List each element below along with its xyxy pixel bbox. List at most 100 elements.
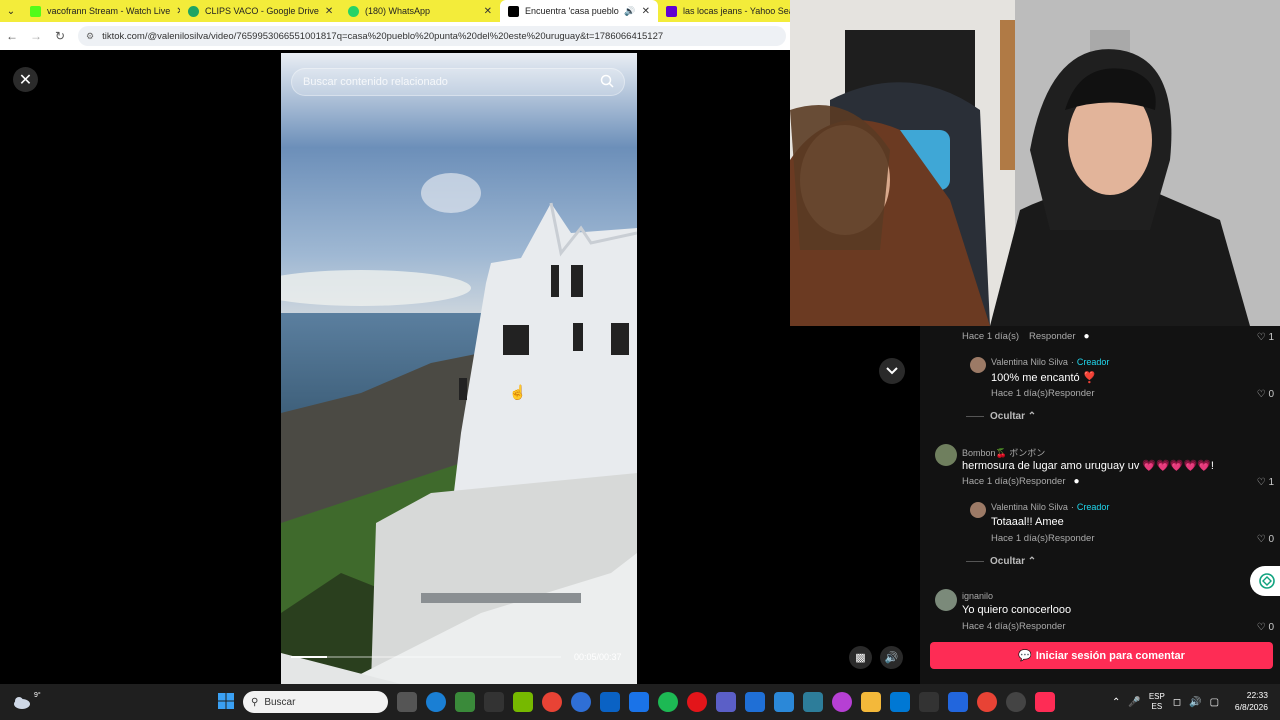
hide-replies-button[interactable]: Ocultar ⌃ bbox=[966, 411, 1036, 422]
creator-badge: Creador bbox=[1076, 357, 1110, 367]
epic-games-icon[interactable] bbox=[919, 692, 939, 712]
reply-button[interactable]: Responder bbox=[1048, 533, 1094, 544]
like-count[interactable]: ♡ 1 bbox=[1257, 332, 1274, 343]
comments-panel: Hace 1 día(s) Responder ● ♡ 1 Valentina … bbox=[920, 326, 1280, 684]
yahoo-icon bbox=[666, 5, 677, 17]
volume-icon[interactable]: 🔊 bbox=[1189, 697, 1201, 708]
author-name[interactable]: Valentina Nilo Silva bbox=[991, 357, 1068, 367]
volume-icon[interactable]: 🔊 bbox=[880, 646, 903, 669]
reply-button[interactable]: Responder bbox=[1029, 331, 1075, 342]
hide-replies-button[interactable]: Ocultar ⌃ bbox=[966, 556, 1036, 567]
avatar[interactable] bbox=[970, 357, 986, 373]
capcut-icon[interactable] bbox=[484, 692, 504, 712]
chrome-icon[interactable] bbox=[542, 692, 562, 712]
tab-whatsapp[interactable]: (180) WhatsApp ✕ bbox=[340, 0, 500, 22]
mini-player-icon[interactable]: ▩ bbox=[849, 646, 872, 669]
comment-meta: Hace 1 día(s) Responder ● bbox=[962, 476, 1080, 487]
microphone-icon[interactable]: 🎤 bbox=[1128, 697, 1140, 708]
tab-kick[interactable]: vacofrann Stream - Watch Live ✕ bbox=[22, 0, 180, 22]
video-progress-bar[interactable] bbox=[291, 656, 561, 658]
next-video-chevron-icon[interactable] bbox=[879, 358, 905, 384]
related-search-input[interactable]: Buscar contenido relacionado bbox=[291, 68, 625, 96]
forward-arrow-icon[interactable]: → bbox=[24, 29, 48, 43]
file-explorer-icon[interactable] bbox=[861, 692, 881, 712]
avatar[interactable] bbox=[970, 502, 986, 518]
author-name[interactable]: Bombon🍒 ボンボン bbox=[962, 446, 1045, 459]
opera-icon[interactable] bbox=[687, 692, 707, 712]
speaker-icon[interactable]: 🔊 bbox=[624, 6, 635, 17]
app-icon[interactable] bbox=[745, 692, 765, 712]
cloud-icon bbox=[14, 697, 30, 709]
url-field[interactable]: ⚙ tiktok.com/@valenilosilva/video/765995… bbox=[78, 26, 786, 46]
edge-icon[interactable] bbox=[426, 692, 446, 712]
tiktok-icon[interactable] bbox=[1035, 692, 1055, 712]
tab-list-chevron-icon[interactable]: ⌄ bbox=[0, 0, 22, 22]
taskbar-search-input[interactable]: ⚲ Buscar bbox=[243, 691, 388, 713]
battery-icon[interactable]: ▢ bbox=[1210, 697, 1219, 708]
author-name[interactable]: ignanilo bbox=[962, 591, 993, 601]
browser-tab-bar: ⌄ vacofrann Stream - Watch Live ✕ CLIPS … bbox=[0, 0, 790, 22]
reply-button[interactable]: Responder bbox=[1048, 388, 1094, 399]
spotify-icon[interactable] bbox=[658, 692, 678, 712]
avatar[interactable] bbox=[935, 444, 957, 466]
taskbar-clock[interactable]: 22:33 6/8/2026 bbox=[1235, 689, 1268, 713]
comment-time: Hace 1 día(s) bbox=[991, 388, 1049, 399]
back-arrow-icon[interactable]: ← bbox=[0, 29, 24, 43]
app-icon[interactable] bbox=[600, 692, 620, 712]
comment-meta: Hace 1 día(s) Responder ● bbox=[962, 331, 1090, 342]
tab-google-drive[interactable]: CLIPS VACO - Google Drive ✕ bbox=[180, 0, 340, 22]
like-count[interactable]: ♡ 1 bbox=[1257, 477, 1274, 488]
reply-button[interactable]: Responder bbox=[1019, 621, 1065, 632]
comment-time: Hace 1 día(s) bbox=[962, 476, 1020, 487]
login-to-comment-button[interactable]: 💬 Iniciar sesión para comentar bbox=[930, 642, 1273, 669]
app-icon[interactable] bbox=[948, 692, 968, 712]
like-count[interactable]: ♡ 0 bbox=[1257, 534, 1274, 545]
copilot-icon[interactable] bbox=[832, 692, 852, 712]
video-player[interactable] bbox=[281, 53, 637, 684]
language-indicator[interactable]: ESP ES bbox=[1149, 692, 1165, 712]
comment-body: Yo quiero conocerlooo bbox=[962, 604, 1072, 616]
tab-title: Encuentra 'casa pueblo pun bbox=[525, 6, 620, 16]
close-tab-icon[interactable]: ✕ bbox=[478, 6, 492, 17]
close-tab-icon[interactable]: ✕ bbox=[319, 6, 333, 17]
comment-meta: Hace 1 día(s) Responder bbox=[991, 533, 1095, 544]
close-tab-icon[interactable]: ✕ bbox=[636, 6, 650, 17]
avatar[interactable] bbox=[935, 589, 957, 611]
obs-icon[interactable] bbox=[1006, 692, 1026, 712]
lang-bottom: ES bbox=[1151, 702, 1163, 711]
weather-widget[interactable]: 9° bbox=[12, 690, 41, 712]
app-icon[interactable] bbox=[774, 692, 794, 712]
comment-text: Yo quiero conocerlooo bbox=[962, 604, 1071, 616]
windows-start-icon[interactable] bbox=[218, 693, 234, 714]
site-info-icon[interactable]: ⚙ bbox=[86, 31, 94, 42]
author-name[interactable]: Valentina Nilo Silva bbox=[991, 502, 1068, 512]
show-hidden-icons-chevron-icon[interactable]: ⌃ bbox=[1112, 697, 1120, 708]
like-count[interactable]: ♡ 0 bbox=[1257, 622, 1274, 633]
taskbar-pinned-apps bbox=[397, 692, 1055, 712]
comment-text: hermosura de lugar amo uruguay uv 💗💗💗💗💗! bbox=[962, 459, 1214, 472]
task-view-icon[interactable] bbox=[397, 692, 417, 712]
app-icon[interactable] bbox=[803, 692, 823, 712]
chrome-active-icon[interactable] bbox=[977, 692, 997, 712]
mail-icon[interactable] bbox=[629, 692, 649, 712]
minecraft-icon[interactable] bbox=[455, 692, 475, 712]
store-icon[interactable] bbox=[890, 692, 910, 712]
tab-tiktok[interactable]: Encuentra 'casa pueblo pun 🔊 ✕ bbox=[500, 0, 658, 22]
nvidia-icon[interactable] bbox=[513, 692, 533, 712]
like-count[interactable]: ♡ 0 bbox=[1257, 389, 1274, 400]
weather-temperature: 9° bbox=[34, 692, 41, 699]
reload-icon[interactable]: ↻ bbox=[48, 29, 72, 43]
app-icon[interactable] bbox=[571, 692, 591, 712]
chatgpt-extension-icon[interactable] bbox=[1250, 566, 1280, 596]
kick-icon bbox=[30, 5, 41, 17]
tab-yahoo[interactable]: las locas jeans - Yahoo Search bbox=[658, 0, 790, 22]
teams-icon[interactable] bbox=[716, 692, 736, 712]
comment-author: ignanilo bbox=[962, 591, 993, 601]
reply-button[interactable]: Responder bbox=[1019, 476, 1065, 487]
close-tab-icon[interactable]: ✕ bbox=[170, 6, 180, 17]
network-icon[interactable]: ◻ bbox=[1173, 697, 1181, 708]
login-label: Iniciar sesión para comentar bbox=[1035, 649, 1185, 662]
search-icon[interactable] bbox=[600, 74, 614, 91]
taskbar-search-placeholder: Buscar bbox=[264, 696, 296, 708]
close-icon[interactable]: ✕ bbox=[13, 67, 38, 92]
